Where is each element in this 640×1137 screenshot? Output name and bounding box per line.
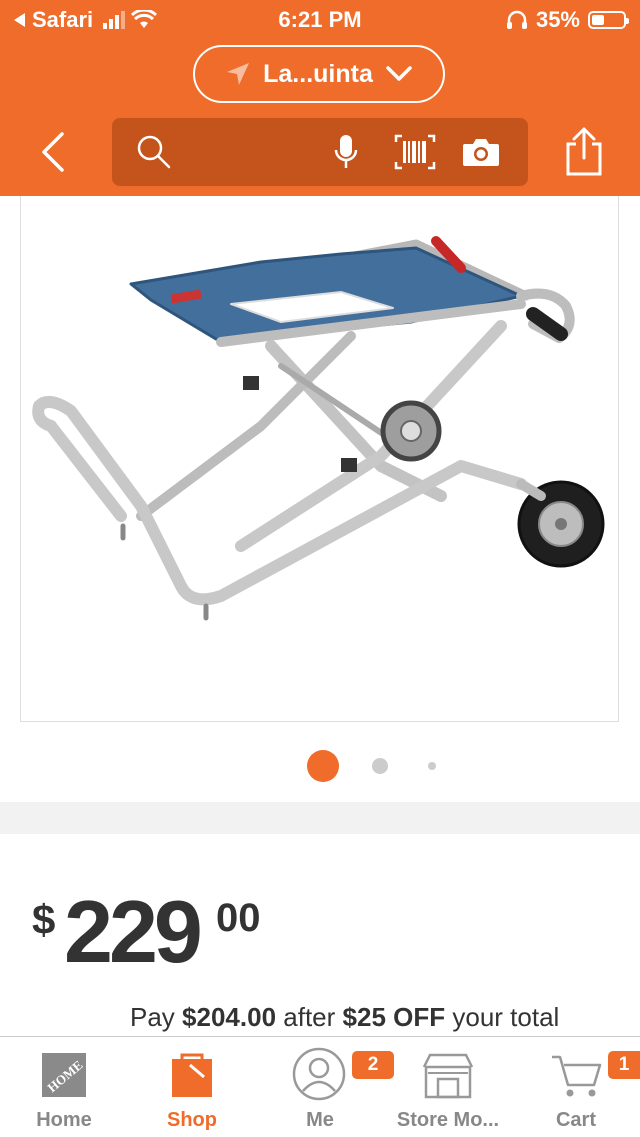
tab-store-mode[interactable]: Store Mo... bbox=[384, 1037, 512, 1137]
chevron-left-icon bbox=[42, 132, 64, 172]
home-depot-logo-icon: HOME bbox=[42, 1053, 86, 1097]
gallery-pagination[interactable] bbox=[0, 748, 640, 784]
table-saw-stand-image bbox=[32, 236, 605, 621]
tab-home-label: Home bbox=[36, 1109, 92, 1131]
shop-bag-icon bbox=[172, 1053, 212, 1097]
tab-cart-label: Cart bbox=[555, 1109, 596, 1131]
store-icon bbox=[422, 1053, 474, 1099]
search-input[interactable] bbox=[112, 118, 528, 186]
price-cents: 00 bbox=[216, 896, 261, 940]
promo-middle: after bbox=[283, 1002, 336, 1032]
location-arrow-icon bbox=[227, 63, 250, 85]
product-image[interactable] bbox=[20, 196, 619, 722]
share-icon bbox=[566, 127, 602, 176]
barcode-scanner-icon[interactable] bbox=[394, 134, 436, 170]
cart-badge: 1 bbox=[608, 1051, 640, 1079]
price-whole: 229 bbox=[64, 882, 203, 981]
tab-cart[interactable]: 1 Cart bbox=[512, 1037, 640, 1137]
promo-text[interactable]: Pay $204.00 after $25 OFF your total bbox=[130, 1002, 559, 1033]
share-button[interactable] bbox=[560, 126, 608, 178]
camera-icon[interactable] bbox=[462, 136, 500, 168]
back-button[interactable] bbox=[34, 130, 74, 174]
price-card: $ 229 00 Pay $204.00 after $25 OFF your … bbox=[0, 834, 640, 1054]
battery-percent: 35% bbox=[535, 7, 580, 32]
product-gallery bbox=[0, 196, 640, 802]
tab-me-label: Me bbox=[306, 1109, 334, 1131]
headphones-icon bbox=[506, 10, 527, 29]
tab-home[interactable]: HOME Home bbox=[0, 1037, 128, 1137]
price-currency: $ bbox=[32, 896, 56, 943]
gallery-dot-active[interactable] bbox=[307, 750, 339, 782]
promo-amount: $204.00 bbox=[182, 1002, 277, 1032]
tab-bar: HOME Home Shop 2 Me Store Mo... 1 Cart bbox=[0, 1036, 640, 1137]
promo-suffix: your total bbox=[452, 1002, 560, 1032]
user-icon bbox=[292, 1047, 346, 1101]
tab-shop-label: Shop bbox=[167, 1109, 217, 1131]
search-icon bbox=[137, 135, 171, 169]
microphone-icon[interactable] bbox=[334, 134, 358, 170]
tab-store-mode-label: Store Mo... bbox=[396, 1109, 500, 1131]
battery-icon bbox=[588, 11, 629, 29]
cart-icon bbox=[552, 1055, 602, 1097]
promo-discount: $25 OFF bbox=[342, 1002, 446, 1032]
tab-me[interactable]: 2 Me bbox=[256, 1037, 394, 1137]
gallery-dot[interactable] bbox=[372, 758, 388, 774]
gallery-dot[interactable] bbox=[428, 762, 436, 770]
store-location-selector[interactable]: La...uinta bbox=[193, 45, 445, 103]
tab-shop[interactable]: Shop bbox=[128, 1037, 256, 1137]
promo-prefix: Pay bbox=[130, 1002, 175, 1032]
search-row bbox=[0, 110, 640, 196]
status-bar: Safari 6:21 PM 35% bbox=[0, 0, 640, 40]
location-label: La...uinta bbox=[263, 59, 373, 88]
chevron-down-icon bbox=[386, 66, 412, 81]
